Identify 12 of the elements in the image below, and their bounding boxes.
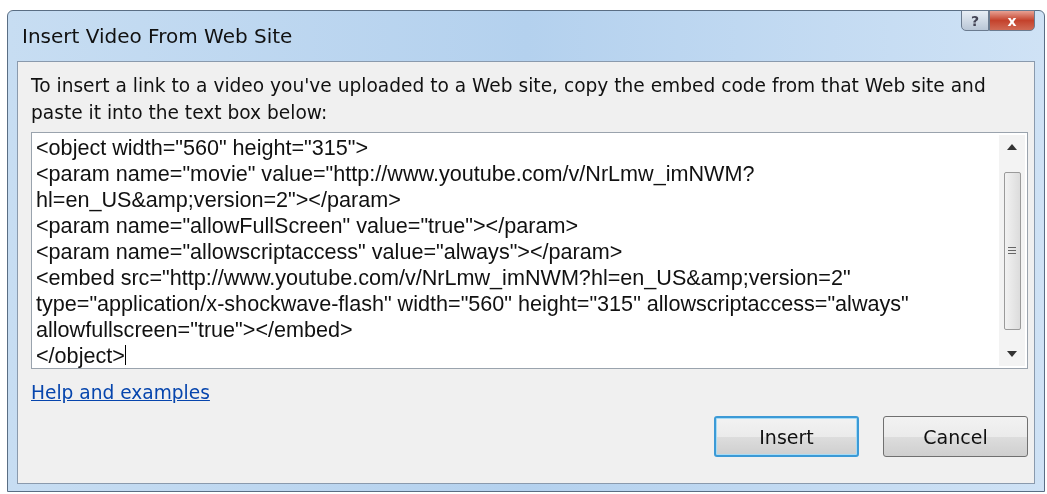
dialog-button[interactable]: Insert	[714, 416, 859, 457]
embed-code-field[interactable]: <object width="560" height="315"> <param name="movie" value="http://www.youtube.com/v/NrLmw_imNWM? hl=en_US&amp;version=2"></param> <param name="allowFullScreen" value="true"></param> <param name="allowscriptaccess" value="always"></param> <embed src="http://www.youtube.com/v/NrLmw_imNWM?hl=en_US&amp;version=2" type="application/x-shockwave-flash" width="560" height="315" allowscriptaccess="always" allowfullscreen="true"></embed> </object>	[31, 132, 1028, 369]
instructions-text: To insert a link to a video you've uploaded to a Web site, copy the embed code from that Web site and paste it into the text box below:	[31, 74, 987, 125]
scrollbar[interactable]	[999, 135, 1025, 366]
scroll-down-icon[interactable]	[1007, 351, 1017, 357]
help-link[interactable]: Help and examples	[31, 381, 210, 405]
close-button[interactable]: x	[989, 10, 1035, 31]
window-title: Insert Video From Web Site	[21, 24, 293, 48]
scrollbar-thumb[interactable]	[1003, 171, 1021, 330]
dialog-button[interactable]: Cancel	[883, 416, 1028, 457]
scroll-up-icon[interactable]	[1007, 144, 1017, 150]
help-button[interactable]: ?	[961, 10, 989, 31]
